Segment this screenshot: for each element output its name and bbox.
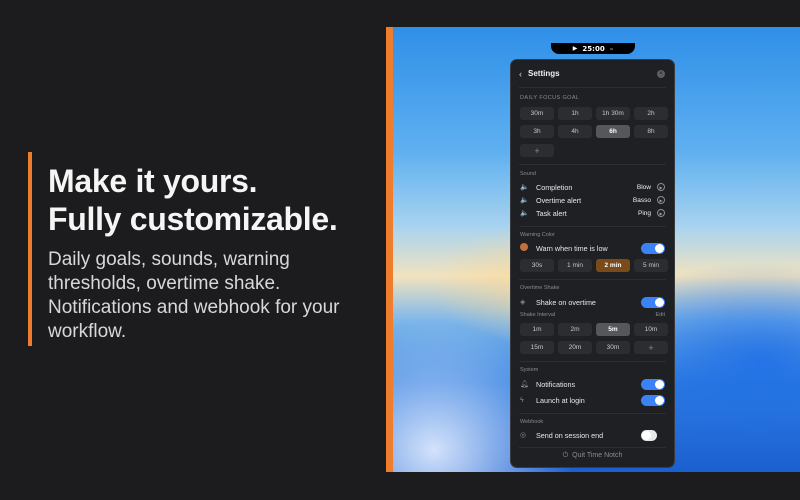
sound-select[interactable]: Blow xyxy=(637,184,651,191)
divider xyxy=(519,279,666,280)
interval-option[interactable]: 1m xyxy=(520,323,554,336)
launch-login-label: Launch at login xyxy=(536,395,585,405)
warn-toggle-label: Warn when time is low xyxy=(536,243,608,253)
subcopy: Daily goals, sounds, warning thresholds,… xyxy=(48,249,340,342)
interval-option[interactable]: 10m xyxy=(634,323,668,336)
sound-row-label: Task alert xyxy=(536,208,567,218)
goal-option[interactable]: 3h xyxy=(520,125,554,138)
divider xyxy=(519,87,666,88)
sound-section-label: Sound xyxy=(520,171,536,177)
sound-row-label: Overtime alert xyxy=(536,195,582,205)
close-icon[interactable]: × xyxy=(657,70,665,78)
webhook-section-label: Webhook xyxy=(520,419,544,425)
quit-button[interactable]: ⏻ Quit Time Notch xyxy=(511,452,674,460)
warn-toggle[interactable] xyxy=(641,242,665,254)
add-interval-button[interactable]: + xyxy=(634,341,668,354)
divider xyxy=(519,164,666,165)
settings-title: Settings xyxy=(528,69,560,78)
warn-threshold-option[interactable]: 5 min xyxy=(634,259,668,272)
shake-interval-label: Shake Interval xyxy=(520,312,556,318)
bell-icon: 🔔︎ xyxy=(520,381,529,388)
headline-line-2: Fully customizable. xyxy=(48,201,338,237)
daily-goal-label: DAILY FOCUS GOAL xyxy=(520,95,580,101)
back-chevron-icon[interactable]: ‹ xyxy=(519,69,522,79)
sound-row-overtime[interactable]: 🔈 Overtime alert Basso ▶ xyxy=(520,194,665,206)
notifications-label: Notifications xyxy=(536,379,576,389)
goal-option[interactable]: 2h xyxy=(634,107,668,120)
divider xyxy=(519,226,666,227)
power-icon: ⏻ xyxy=(562,452,569,459)
interval-option[interactable]: 15m xyxy=(520,341,554,354)
webhook-icon: ◎ xyxy=(520,432,527,439)
warn-threshold-selected[interactable]: 2 min xyxy=(596,259,630,272)
settings-header: ‹ Settings × xyxy=(511,60,674,88)
bolt-icon: ϟ xyxy=(520,396,524,404)
notifications-toggle[interactable] xyxy=(641,378,665,390)
quit-label: Quit Time Notch xyxy=(572,452,623,459)
speaker-icon: 🔈 xyxy=(520,184,529,191)
page: Make it yours. Fully customizable. Daily… xyxy=(0,0,800,500)
frame-accent-edge xyxy=(386,27,393,472)
play-sound-icon[interactable]: ▶ xyxy=(657,196,665,204)
divider xyxy=(519,413,666,414)
play-sound-icon[interactable]: ▶ xyxy=(657,209,665,217)
warn-threshold-option[interactable]: 1 min xyxy=(558,259,592,272)
sound-select[interactable]: Basso xyxy=(633,197,651,204)
edit-interval-link[interactable]: Edit xyxy=(656,312,665,318)
shake-toggle-label: Shake on overtime xyxy=(536,297,596,307)
speaker-icon: 🔈 xyxy=(520,197,529,204)
interval-option[interactable]: 30m xyxy=(596,341,630,354)
interval-option-selected[interactable]: 5m xyxy=(596,323,630,336)
notifications-row[interactable]: 🔔︎ Notifications xyxy=(520,378,665,390)
goal-option[interactable]: 8h xyxy=(634,125,668,138)
color-dot-icon xyxy=(520,243,530,253)
timer-readout: 25:00 xyxy=(582,44,605,53)
system-section-label: System xyxy=(520,367,539,373)
play-sound-icon[interactable]: ▶ xyxy=(657,183,665,191)
shake-toggle-row[interactable]: ◈ Shake on overtime xyxy=(520,296,665,308)
sound-row-task[interactable]: 🔈 Task alert Ping ▶ xyxy=(520,207,665,219)
webhook-row[interactable]: ◎ Send on session end xyxy=(520,429,665,441)
divider xyxy=(519,447,666,448)
speaker-icon: 🔈 xyxy=(520,210,529,217)
goal-option[interactable]: 30m xyxy=(520,107,554,120)
accent-bar xyxy=(28,152,32,346)
warn-toggle-row[interactable]: Warn when time is low xyxy=(520,242,665,254)
goal-option[interactable]: 4h xyxy=(558,125,592,138)
timer-notch[interactable]: ▶ 25:00 – xyxy=(551,43,635,54)
headline-line-1: Make it yours. xyxy=(48,163,258,199)
goal-option[interactable]: 1h 30m xyxy=(596,107,630,120)
launch-login-row[interactable]: ϟ Launch at login xyxy=(520,394,665,406)
add-goal-button[interactable]: + xyxy=(520,144,554,157)
settings-panel: ‹ Settings × DAILY FOCUS GOAL 30m 1h 1h … xyxy=(510,59,675,468)
interval-option[interactable]: 2m xyxy=(558,323,592,336)
webhook-toggle[interactable] xyxy=(641,429,657,441)
shake-toggle[interactable] xyxy=(641,296,665,308)
sound-select[interactable]: Ping xyxy=(638,210,651,217)
webhook-label: Send on session end xyxy=(536,430,604,440)
launch-login-toggle[interactable] xyxy=(641,394,665,406)
shake-icon: ◈ xyxy=(520,299,526,306)
warn-threshold-option[interactable]: 30s xyxy=(520,259,554,272)
goal-option[interactable]: 1h xyxy=(558,107,592,120)
sound-row-completion[interactable]: 🔈 Completion Blow ▶ xyxy=(520,181,665,193)
divider xyxy=(519,361,666,362)
interval-option[interactable]: 20m xyxy=(558,341,592,354)
overtime-section-label: Overtime Shake xyxy=(520,285,560,291)
sound-row-label: Completion xyxy=(536,182,573,192)
goal-option-selected[interactable]: 6h xyxy=(596,125,630,138)
play-icon[interactable]: ▶ xyxy=(573,45,578,52)
notch-dash: – xyxy=(609,44,614,53)
warning-section-label: Warning Color xyxy=(520,232,555,238)
headline: Make it yours. Fully customizable. xyxy=(48,162,338,238)
